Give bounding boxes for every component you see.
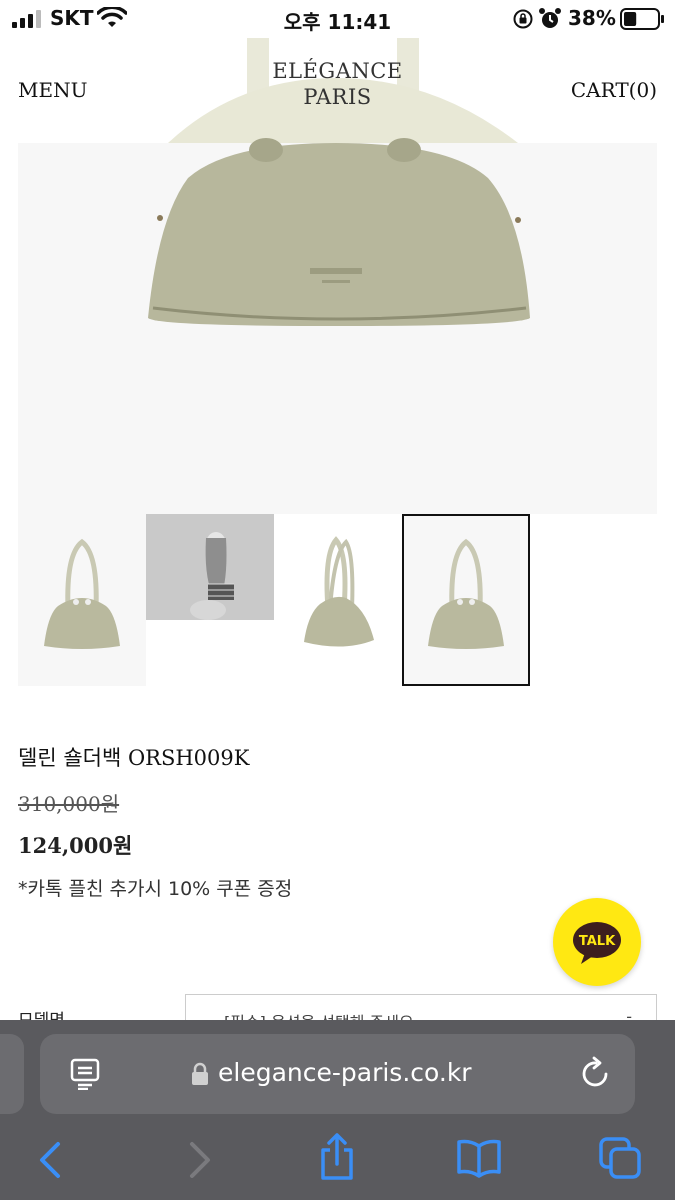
status-bar: SKT 오후 11:41 38%: [0, 0, 675, 38]
orientation-lock-icon: [513, 9, 533, 29]
share-icon[interactable]: [318, 1132, 356, 1182]
talk-label: TALK: [579, 934, 616, 949]
address-bar[interactable]: elegance-paris.co.kr: [40, 1034, 635, 1114]
forward-icon[interactable]: [184, 1138, 214, 1182]
alarm-icon: [539, 8, 561, 28]
cart-button[interactable]: CART(0): [571, 78, 657, 102]
talk-bubble-icon: TALK: [573, 922, 621, 964]
thumbnail-1[interactable]: [18, 514, 146, 686]
back-icon[interactable]: [36, 1138, 66, 1182]
thumbnail-3[interactable]: [274, 514, 402, 686]
battery-icon: [620, 8, 664, 30]
tabs-icon[interactable]: [598, 1136, 642, 1180]
browser-toolbar: elegance-paris.co.kr: [0, 1020, 675, 1200]
model-photo-thumbnail-icon: [146, 514, 274, 686]
previous-tab-peek[interactable]: [0, 1034, 24, 1114]
url-text[interactable]: elegance-paris.co.kr: [218, 1058, 472, 1087]
thumbnail-2[interactable]: [146, 514, 274, 686]
bag-thumbnail-icon: [18, 514, 146, 686]
bag-thumbnail-icon: [404, 516, 528, 684]
sale-price: 124,000원: [18, 833, 133, 858]
original-price: 310,000원: [18, 792, 120, 816]
kakaotalk-chat-button[interactable]: TALK: [553, 898, 641, 986]
coupon-note: *카톡 플친 추가시 10% 쿠폰 증정: [18, 878, 293, 900]
lock-icon: [192, 1062, 208, 1085]
page-menu-icon[interactable]: [70, 1058, 100, 1090]
thumbnail-4-selected[interactable]: [402, 514, 530, 686]
reload-icon[interactable]: [580, 1056, 612, 1090]
site-header: MENU ELÉGANCE PARIS CART(0): [0, 38, 675, 143]
thumbnail-strip: [18, 514, 657, 686]
battery-percentage: 38%: [568, 6, 616, 30]
bookmarks-icon[interactable]: [456, 1138, 502, 1178]
bag-side-thumbnail-icon: [274, 514, 402, 686]
product-name: 델린 숄더백 ORSH009K: [18, 746, 250, 770]
